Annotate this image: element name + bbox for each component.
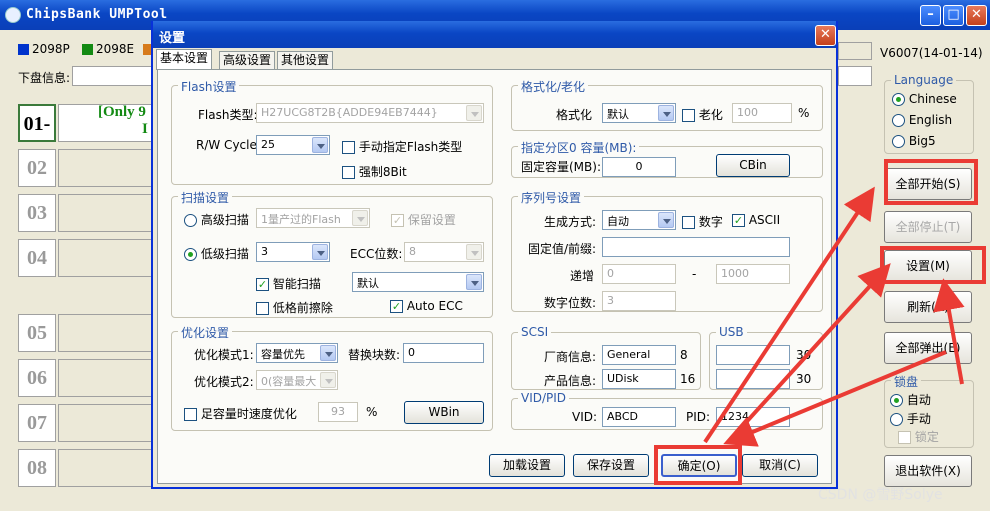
annotation-arrows bbox=[703, 186, 965, 447]
arrow-to-refresh bbox=[933, 278, 965, 385]
arrow-to-start-all bbox=[703, 186, 875, 444]
arrow-to-settings bbox=[728, 263, 891, 442]
